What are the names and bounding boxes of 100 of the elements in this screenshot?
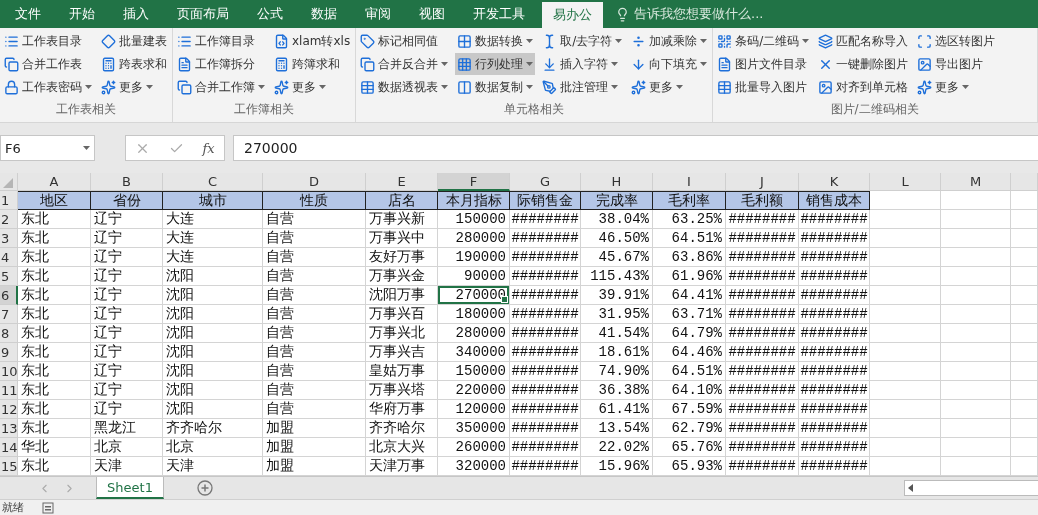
- table-cell: 东北: [18, 400, 91, 419]
- table-cell: 齐齐哈尔: [163, 419, 263, 438]
- ribbon-button[interactable]: 工作表密码: [2, 76, 94, 98]
- menu-tab[interactable]: 视图: [408, 0, 456, 28]
- macro-record-icon[interactable]: [42, 501, 54, 514]
- menu-tab[interactable]: 数据: [300, 0, 348, 28]
- row-header[interactable]: 8: [0, 324, 18, 343]
- ribbon-button[interactable]: 数据转换: [455, 30, 536, 52]
- menu-tab[interactable]: 开发工具: [462, 0, 536, 28]
- sheet-tab[interactable]: Sheet1: [96, 477, 164, 499]
- formula-input[interactable]: 270000: [233, 135, 1038, 161]
- column-header[interactable]: L: [870, 173, 941, 191]
- ribbon-button[interactable]: 批注管理: [540, 76, 625, 98]
- menu-tab[interactable]: 审阅: [354, 0, 402, 28]
- tell-me-field[interactable]: 告诉我您想要做什么...: [634, 5, 764, 23]
- pen-icon: [542, 79, 558, 95]
- sparkle-icon: [631, 79, 647, 95]
- empty-cell: [1011, 419, 1038, 438]
- column-header[interactable]: M: [941, 173, 1011, 191]
- row-header[interactable]: 2: [0, 210, 18, 229]
- ribbon-button[interactable]: 标记相同值: [358, 30, 451, 52]
- ribbon-button[interactable]: 更多: [272, 76, 353, 98]
- column-header[interactable]: [1011, 173, 1038, 191]
- ribbon-button[interactable]: xlam转xls: [272, 30, 353, 52]
- ribbon-button[interactable]: 一键删除图片: [816, 53, 911, 75]
- menu-tab[interactable]: 页面布局: [166, 0, 240, 28]
- row-header[interactable]: 5: [0, 267, 18, 286]
- empty-cell: [1011, 438, 1038, 457]
- ribbon-button[interactable]: 匹配名称导入: [816, 30, 911, 52]
- row-header[interactable]: 15: [0, 457, 18, 476]
- ribbon-button[interactable]: 跨簿求和: [272, 53, 353, 75]
- row-header[interactable]: 4: [0, 248, 18, 267]
- ribbon-button[interactable]: 图片文件目录: [715, 53, 812, 75]
- menu-tab[interactable]: 插入: [112, 0, 160, 28]
- column-header[interactable]: I: [653, 173, 726, 191]
- empty-cell: [941, 419, 1011, 438]
- select-all-corner[interactable]: [0, 173, 18, 191]
- column-header[interactable]: E: [366, 173, 438, 191]
- table-cell: 320000: [438, 457, 510, 476]
- menu-tab[interactable]: 公式: [246, 0, 294, 28]
- ribbon-button[interactable]: 数据透视表: [358, 76, 451, 98]
- row-header[interactable]: 6: [0, 286, 18, 305]
- ribbon-button[interactable]: 更多: [99, 76, 169, 98]
- table-cell: ########: [726, 286, 799, 305]
- table-cell: 15.96%: [581, 457, 653, 476]
- name-box[interactable]: F6: [0, 135, 95, 161]
- ribbon-button[interactable]: 插入字符: [540, 53, 625, 75]
- table-icon: [717, 79, 733, 95]
- ribbon-button[interactable]: 更多: [629, 76, 710, 98]
- row-header[interactable]: 1: [0, 191, 18, 210]
- column-header[interactable]: D: [263, 173, 366, 191]
- ribbon-button[interactable]: 取/去字符: [540, 30, 625, 52]
- ribbon-button[interactable]: 工作表目录: [2, 30, 94, 52]
- ribbon-button[interactable]: 向下填充: [629, 53, 710, 75]
- column-header[interactable]: H: [581, 173, 653, 191]
- ribbon-button[interactable]: 合并工作表: [2, 53, 94, 75]
- horizontal-scrollbar[interactable]: [904, 480, 1038, 496]
- calculator-icon: [274, 56, 289, 72]
- table-cell: 辽宁: [91, 210, 163, 229]
- ribbon-button[interactable]: 跨表求和: [99, 53, 169, 75]
- row-header[interactable]: 9: [0, 343, 18, 362]
- ribbon-button[interactable]: 行列处理: [455, 53, 536, 75]
- ribbon-button[interactable]: 更多: [915, 76, 998, 98]
- ribbon-button[interactable]: 工作簿拆分: [175, 53, 267, 75]
- column-header[interactable]: A: [18, 173, 91, 191]
- column-title-cell: 性质: [263, 191, 366, 210]
- add-sheet-icon[interactable]: [197, 480, 213, 496]
- ribbon-button[interactable]: 条码/二维码: [715, 30, 812, 52]
- column-header[interactable]: C: [163, 173, 263, 191]
- menu-tab[interactable]: 开始: [58, 0, 106, 28]
- ribbon-button[interactable]: 导出图片: [915, 53, 998, 75]
- column-header[interactable]: F: [438, 173, 510, 191]
- column-header[interactable]: K: [799, 173, 870, 191]
- row-header[interactable]: 7: [0, 305, 18, 324]
- ribbon-button[interactable]: 加减乘除: [629, 30, 710, 52]
- ribbon-button[interactable]: 选区转图片: [915, 30, 998, 52]
- row-header[interactable]: 10: [0, 362, 18, 381]
- ribbon-button[interactable]: 对齐到单元格: [816, 76, 911, 98]
- table-cell: ########: [510, 229, 581, 248]
- table-cell: 万事兴金: [366, 267, 438, 286]
- column-header[interactable]: G: [510, 173, 581, 191]
- table-cell: 350000: [438, 419, 510, 438]
- ribbon-button[interactable]: 工作簿目录: [175, 30, 267, 52]
- row-header[interactable]: 14: [0, 438, 18, 457]
- row-header[interactable]: 3: [0, 229, 18, 248]
- column-header[interactable]: J: [726, 173, 799, 191]
- menu-tab[interactable]: 文件: [4, 0, 52, 28]
- ribbon-button[interactable]: 批量导入图片: [715, 76, 812, 98]
- column-header[interactable]: B: [91, 173, 163, 191]
- menu-tab[interactable]: 易办公: [542, 2, 603, 28]
- row-header[interactable]: 11: [0, 381, 18, 400]
- column-title-cell: 毛利率: [653, 191, 726, 210]
- ribbon-button[interactable]: 合并工作簿: [175, 76, 267, 98]
- row-header[interactable]: 13: [0, 419, 18, 438]
- table-cell: 沈阳: [163, 324, 263, 343]
- function-button[interactable]: fx: [202, 140, 215, 156]
- ribbon-button[interactable]: 数据复制: [455, 76, 536, 98]
- row-header[interactable]: 12: [0, 400, 18, 419]
- ribbon-button[interactable]: 批量建表: [99, 30, 169, 52]
- ribbon-button[interactable]: 合并反合并: [358, 53, 451, 75]
